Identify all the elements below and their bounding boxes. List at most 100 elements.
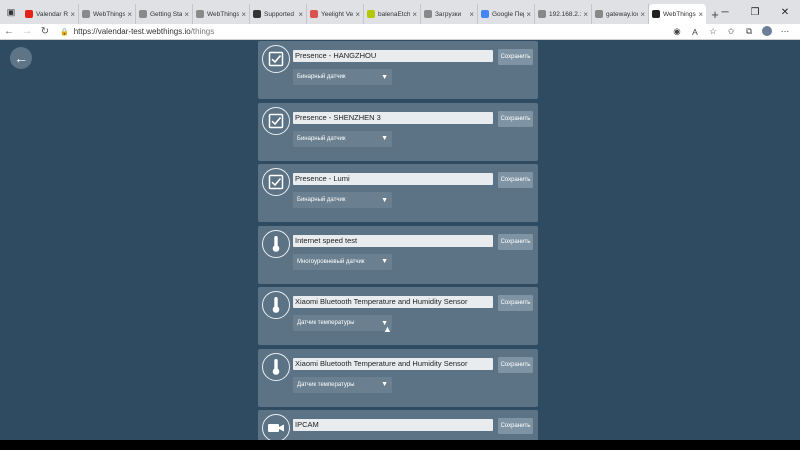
thing-name-input[interactable]: Presence - Lumi [293, 173, 493, 185]
save-button[interactable]: Сохранить [498, 49, 533, 65]
tab-favicon-icon [652, 10, 660, 18]
profile-avatar[interactable] [758, 25, 776, 38]
thermometer-icon [262, 352, 290, 381]
tab-close-icon[interactable]: × [640, 10, 645, 19]
tab-close-icon[interactable]: × [184, 10, 189, 19]
workspaces-icon[interactable]: ▣ [0, 0, 22, 24]
tab-label: 192.168.2.1 [549, 10, 582, 18]
tab-close-icon[interactable]: × [526, 10, 531, 19]
browser-tab[interactable]: gateway.local× [592, 4, 649, 24]
browser-tab[interactable]: 192.168.2.1 × [535, 4, 592, 24]
thermometer-icon [262, 229, 290, 258]
save-button[interactable]: Сохранить [498, 356, 533, 373]
tab-favicon-icon [310, 10, 318, 18]
checkbox-icon [262, 168, 290, 196]
forward-nav-icon[interactable]: → [18, 24, 36, 40]
tab-favicon-icon [538, 10, 546, 18]
minimize-icon[interactable]: ─ [710, 0, 740, 24]
tracking-icon[interactable]: ◉ [668, 26, 686, 37]
thing-type-select[interactable]: Бинарный датчик ▼ [293, 69, 392, 85]
back-arrow-icon[interactable]: ← [10, 47, 32, 69]
thing-card: Xiaomi Bluetooth Temperature and Humidit… [258, 348, 538, 407]
tab-favicon-icon [82, 10, 90, 18]
thing-type-label: Многоуровневый датчик [297, 258, 365, 265]
tab-close-icon[interactable]: × [241, 10, 246, 19]
lock-icon[interactable]: 🔒 [60, 28, 69, 36]
window-controls: ─ ❐ ✕ [710, 0, 800, 24]
browser-tab[interactable]: Загрузки × [421, 4, 478, 24]
mouse-cursor: ▲ [383, 324, 392, 334]
browser-tab[interactable]: Valendar Re × [22, 4, 79, 24]
browser-tab[interactable]: balenaEtche× [364, 4, 421, 24]
thing-card: Presence - HANGZHOU Сохранить Бинарный дат… [258, 41, 538, 99]
tab-favicon-icon [424, 10, 432, 18]
url-field[interactable]: 🔒 https://valendar-test.webthings.io/thi… [54, 27, 668, 36]
thing-card: Presence - Lumi Сохранить Бинарный датчик ▼ [258, 164, 538, 222]
thing-name-input[interactable]: Presence - SHENZHEN 3 [293, 111, 493, 124]
tab-close-icon[interactable]: × [698, 10, 703, 19]
checkbox-icon [262, 45, 290, 73]
thing-type-select[interactable]: Многоуровневый датчик ▼ [293, 253, 392, 270]
thing-name-input[interactable]: Xiaomi Bluetooth Temperature and Humidit… [293, 357, 493, 370]
tab-favicon-icon [253, 10, 261, 18]
thing-type-select[interactable]: Датчик температуры ▼ [293, 376, 392, 393]
tab-label: WebThings [663, 10, 696, 18]
toolbar-icons: ◉ A ☆ ✩ ⧉ ⋯ [668, 25, 800, 38]
tab-favicon-icon [367, 10, 375, 18]
thing-name-input[interactable]: IPCAM [293, 419, 493, 431]
reload-icon[interactable]: ↻ [36, 24, 54, 40]
browser-tab[interactable]: WebThings × [649, 4, 706, 24]
browser-tab[interactable]: WebThings × [79, 4, 136, 24]
tab-close-icon[interactable]: × [583, 10, 588, 19]
save-button[interactable]: Сохранить [498, 295, 533, 311]
tab-label: WebThings [207, 10, 240, 18]
tab-label: balenaEtche [378, 10, 411, 18]
browser-tab-bar: ▣ Valendar Re×WebThings×Getting Stan×Web… [0, 0, 800, 24]
save-button[interactable]: Сохранить [498, 110, 533, 127]
browser-tab[interactable]: Supported × [250, 4, 307, 24]
tab-favicon-icon [196, 10, 204, 18]
thing-name-input[interactable]: Xiaomi Bluetooth Temperature and Humidit… [293, 296, 493, 308]
tab-close-icon[interactable]: × [127, 10, 132, 19]
dropdown-arrow-icon: ▼ [381, 135, 388, 142]
tab-label: Yeelight Ven [321, 10, 354, 18]
tab-favicon-icon [25, 10, 33, 18]
thing-type-select[interactable]: Бинарный датчик ▼ [293, 192, 392, 208]
tab-close-icon[interactable]: × [298, 10, 303, 19]
maximize-icon[interactable]: ❐ [740, 0, 770, 24]
url-host: valendar-test.webthings.io [97, 27, 191, 36]
thing-name-input[interactable]: Internet speed test [293, 234, 493, 247]
tab-close-icon[interactable]: × [412, 10, 417, 19]
thermometer-icon [262, 291, 290, 319]
more-icon[interactable]: ⋯ [776, 26, 794, 37]
browser-tab[interactable]: Getting Stan× [136, 4, 193, 24]
browser-tab[interactable]: Yeelight Ven × [307, 4, 364, 24]
tab-favicon-icon [139, 10, 147, 18]
close-window-icon[interactable]: ✕ [770, 0, 800, 24]
thing-type-label: Датчик температуры [297, 320, 355, 326]
tab-close-icon[interactable]: × [355, 10, 360, 19]
bottom-strip [0, 440, 800, 450]
address-bar: ← → ↻ 🔒 https://valendar-test.webthings.… [0, 24, 800, 40]
thing-type-label: Датчик температуры [297, 381, 355, 388]
read-aloud-icon[interactable]: A [686, 27, 704, 37]
tab-close-icon[interactable]: × [70, 10, 75, 19]
back-nav-icon[interactable]: ← [0, 24, 18, 40]
collections-icon[interactable]: ⧉ [740, 26, 758, 37]
favorite-icon[interactable]: ☆ [704, 26, 722, 37]
thing-type-select[interactable]: Датчик температуры ▼ [293, 315, 392, 331]
browser-tab[interactable]: Google Перев× [478, 4, 535, 24]
save-button[interactable]: Сохранить [498, 233, 533, 250]
tab-close-icon[interactable]: × [469, 10, 474, 19]
browser-tab[interactable]: WebThings × [193, 4, 250, 24]
thing-name-input[interactable]: Presence - HANGZHOU [293, 50, 493, 62]
tab-label: gateway.local [606, 10, 638, 18]
tab-label: Valendar Re [36, 10, 69, 18]
thing-type-select[interactable]: Бинарный датчик ▼ [293, 130, 392, 147]
save-button[interactable]: Сохранить [498, 172, 533, 188]
favorites-icon[interactable]: ✩ [722, 26, 740, 37]
thing-card: Presence - SHENZHEN 3 Сохранить Бинарный д… [258, 102, 538, 161]
save-button[interactable]: Сохранить [498, 418, 533, 434]
thing-card: IPCAM Сохранить [258, 410, 538, 440]
tab-favicon-icon [481, 10, 489, 18]
